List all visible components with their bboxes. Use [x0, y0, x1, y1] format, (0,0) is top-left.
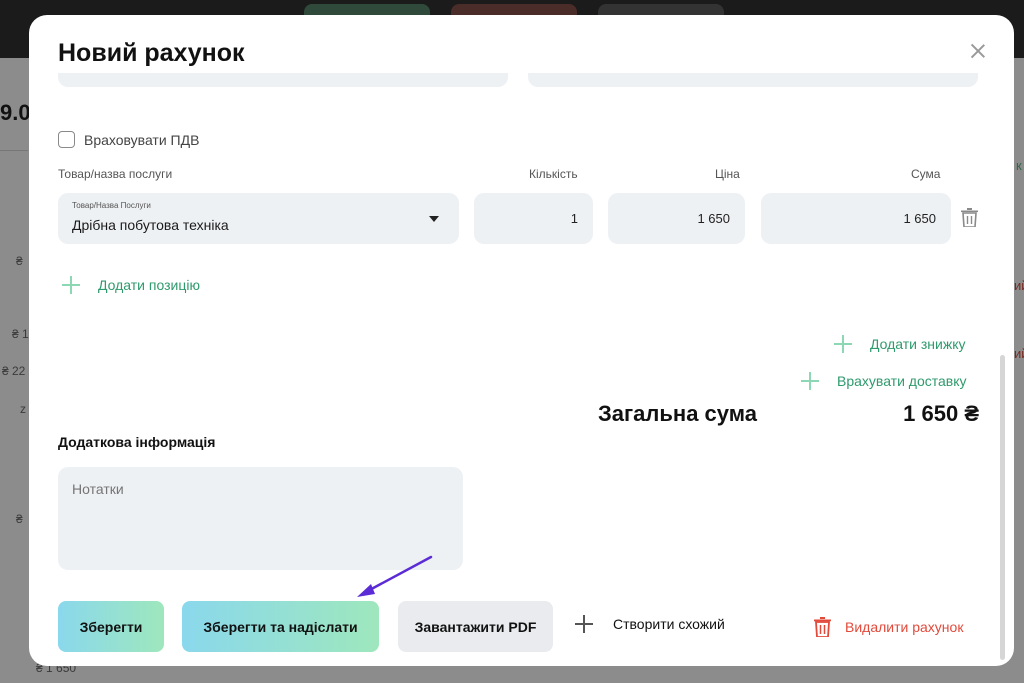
new-invoice-modal: Новий рахунок Враховувати ПДВ Товар/назв…	[29, 15, 1014, 666]
create-similar-label: Створити схожий	[613, 616, 725, 632]
create-similar-button[interactable]: Створити схожий	[575, 615, 725, 633]
modal-title: Новий рахунок	[58, 39, 245, 67]
product-select-label: Товар/Назва Послуги	[72, 201, 151, 210]
close-icon[interactable]	[969, 42, 987, 60]
background-mark: ₴ 22	[2, 364, 26, 378]
modal-scrollbar[interactable]	[1000, 355, 1005, 660]
background-mark: ий	[1014, 346, 1024, 361]
delete-invoice-label: Видалити рахунок	[845, 619, 964, 635]
add-delivery-button[interactable]: Врахувати доставку	[801, 372, 967, 390]
background-mark: к	[1016, 158, 1022, 173]
plus-icon	[801, 372, 819, 390]
plus-icon	[62, 276, 80, 294]
download-pdf-button[interactable]: Завантажити PDF	[398, 601, 553, 652]
save-and-send-button[interactable]: Зберегти та надіслати	[182, 601, 379, 652]
background-divider	[0, 150, 28, 151]
trash-icon	[814, 617, 831, 637]
background-mark: ₴	[16, 254, 23, 268]
background-mark: ₴ 1	[12, 327, 29, 341]
quantity-value: 1	[570, 211, 578, 226]
column-header-sum: Сума	[911, 167, 941, 181]
add-discount-label: Додати знижку	[870, 336, 966, 352]
background-mark: z	[20, 402, 26, 416]
sum-value: 1 650	[903, 211, 936, 226]
delete-invoice-button[interactable]: Видалити рахунок	[814, 617, 963, 637]
vat-checkbox[interactable]	[58, 131, 75, 148]
total-value: 1 650 ₴	[903, 401, 979, 426]
notes-field[interactable]	[58, 467, 463, 570]
background-mark: ий	[1014, 278, 1024, 293]
plus-icon	[834, 335, 852, 353]
add-delivery-label: Врахувати доставку	[837, 373, 967, 389]
vat-checkbox-row[interactable]: Враховувати ПДВ	[58, 131, 199, 148]
chevron-down-icon[interactable]	[429, 216, 439, 222]
add-discount-button[interactable]: Додати знижку	[834, 335, 966, 353]
additional-info-heading: Додаткова інформація	[58, 434, 216, 450]
product-select[interactable]: Товар/Назва Послуги Дрібна побутова техн…	[58, 193, 459, 244]
column-header-price: Ціна	[715, 167, 740, 181]
background-mark: ₴	[16, 512, 23, 526]
add-position-button[interactable]: Додати позицію	[62, 276, 200, 294]
save-button[interactable]: Зберегти	[58, 601, 164, 652]
total-label: Загальна сума	[598, 401, 757, 426]
trash-icon[interactable]	[961, 208, 978, 227]
column-header-quantity: Кількість	[529, 167, 578, 181]
column-header-product: Товар/назва послуги	[58, 167, 173, 181]
quantity-input[interactable]: 1	[474, 193, 593, 244]
vat-checkbox-label: Враховувати ПДВ	[84, 131, 200, 148]
sum-input[interactable]: 1 650	[761, 193, 951, 244]
price-value: 1 650	[697, 211, 730, 226]
plus-icon	[575, 615, 593, 633]
scrolled-field[interactable]	[58, 73, 508, 87]
scrolled-field[interactable]	[528, 73, 978, 87]
add-position-label: Додати позицію	[98, 277, 200, 293]
product-select-value: Дрібна побутова техніка	[72, 217, 229, 233]
price-input[interactable]: 1 650	[608, 193, 745, 244]
